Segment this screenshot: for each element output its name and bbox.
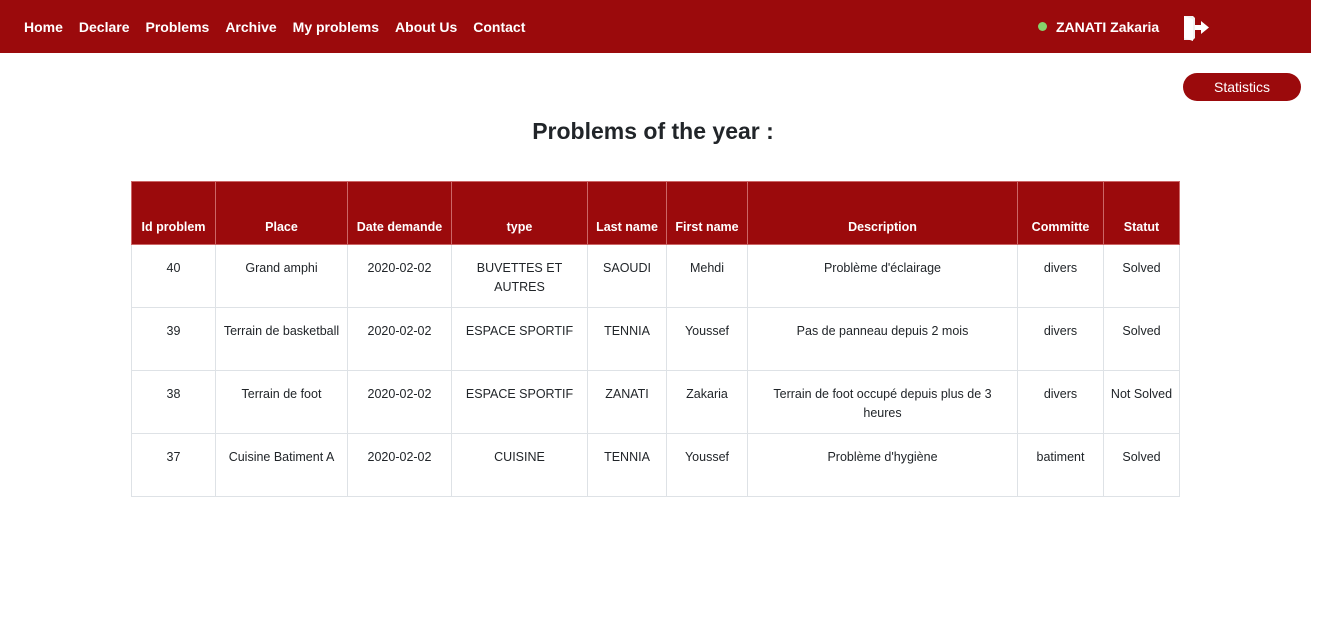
cell-statut: Solved xyxy=(1103,433,1180,497)
nav-link-about-us[interactable]: About Us xyxy=(395,19,457,35)
table-row: 40 Grand amphi 2020-02-02 BUVETTES ET AU… xyxy=(131,244,1180,308)
table-header-row: Id problem Place Date demande type Last … xyxy=(131,181,1180,245)
logout-icon[interactable] xyxy=(1181,14,1211,42)
nav-link-archive[interactable]: Archive xyxy=(225,19,276,35)
header-committe: Committe xyxy=(1017,181,1104,245)
nav-link-contact[interactable]: Contact xyxy=(473,19,525,35)
cell-first-name: Youssef xyxy=(666,307,748,371)
cell-last-name: TENNIA xyxy=(587,307,667,371)
cell-committe: divers xyxy=(1017,244,1104,308)
online-status-icon xyxy=(1038,22,1047,31)
cell-statut: Solved xyxy=(1103,244,1180,308)
nav-link-my-problems[interactable]: My problems xyxy=(293,19,379,35)
cell-description: Problème d'éclairage xyxy=(747,244,1018,308)
nav-link-problems[interactable]: Problems xyxy=(146,19,210,35)
cell-first-name: Youssef xyxy=(666,433,748,497)
cell-last-name: ZANATI xyxy=(587,370,667,434)
cell-place: Cuisine Batiment A xyxy=(215,433,348,497)
cell-type: CUISINE xyxy=(451,433,588,497)
cell-id: 40 xyxy=(131,244,216,308)
cell-date: 2020-02-02 xyxy=(347,307,452,371)
header-description: Description xyxy=(747,181,1018,245)
table-row: 38 Terrain de foot 2020-02-02 ESPACE SPO… xyxy=(131,370,1180,434)
cell-type: ESPACE SPORTIF xyxy=(451,370,588,434)
cell-first-name: Zakaria xyxy=(666,370,748,434)
page-title: Problems of the year : xyxy=(532,118,774,144)
user-name: ZANATI Zakaria xyxy=(1056,18,1160,35)
cell-date: 2020-02-02 xyxy=(347,244,452,308)
table-row: 39 Terrain de basketball 2020-02-02 ESPA… xyxy=(131,307,1180,371)
statistics-button[interactable]: Statistics xyxy=(1183,73,1301,101)
problems-table: Id problem Place Date demande type Last … xyxy=(131,181,1180,497)
cell-description: Problème d'hygiène xyxy=(747,433,1018,497)
header-place: Place xyxy=(215,181,348,245)
cell-place: Grand amphi xyxy=(215,244,348,308)
header-first-name: First name xyxy=(666,181,748,245)
cell-committe: batiment xyxy=(1017,433,1104,497)
header-type: type xyxy=(451,181,588,245)
cell-description: Pas de panneau depuis 2 mois xyxy=(747,307,1018,371)
header-last-name: Last name xyxy=(587,181,667,245)
cell-date: 2020-02-02 xyxy=(347,433,452,497)
cell-committe: divers xyxy=(1017,370,1104,434)
cell-type: BUVETTES ET AUTRES xyxy=(451,244,588,308)
cell-committe: divers xyxy=(1017,307,1104,371)
nav-link-home[interactable]: Home xyxy=(24,19,63,35)
cell-first-name: Mehdi xyxy=(666,244,748,308)
cell-statut: Solved xyxy=(1103,307,1180,371)
cell-place: Terrain de basketball xyxy=(215,307,348,371)
cell-id: 39 xyxy=(131,307,216,371)
cell-id: 37 xyxy=(131,433,216,497)
user-area: ZANATI Zakaria xyxy=(1038,0,1159,53)
cell-place: Terrain de foot xyxy=(215,370,348,434)
cell-last-name: SAOUDI xyxy=(587,244,667,308)
header-statut: Statut xyxy=(1103,181,1180,245)
cell-last-name: TENNIA xyxy=(587,433,667,497)
cell-id: 38 xyxy=(131,370,216,434)
cell-type: ESPACE SPORTIF xyxy=(451,307,588,371)
top-navbar: Home Declare Problems Archive My problem… xyxy=(0,0,1311,53)
header-date-demande: Date demande xyxy=(347,181,452,245)
nav-link-declare[interactable]: Declare xyxy=(79,19,130,35)
nav-links: Home Declare Problems Archive My problem… xyxy=(24,19,541,35)
cell-date: 2020-02-02 xyxy=(347,370,452,434)
cell-description: Terrain de foot occupé depuis plus de 3 … xyxy=(747,370,1018,434)
header-id-problem: Id problem xyxy=(131,181,216,245)
table-row: 37 Cuisine Batiment A 2020-02-02 CUISINE… xyxy=(131,433,1180,497)
cell-statut: Not Solved xyxy=(1103,370,1180,434)
